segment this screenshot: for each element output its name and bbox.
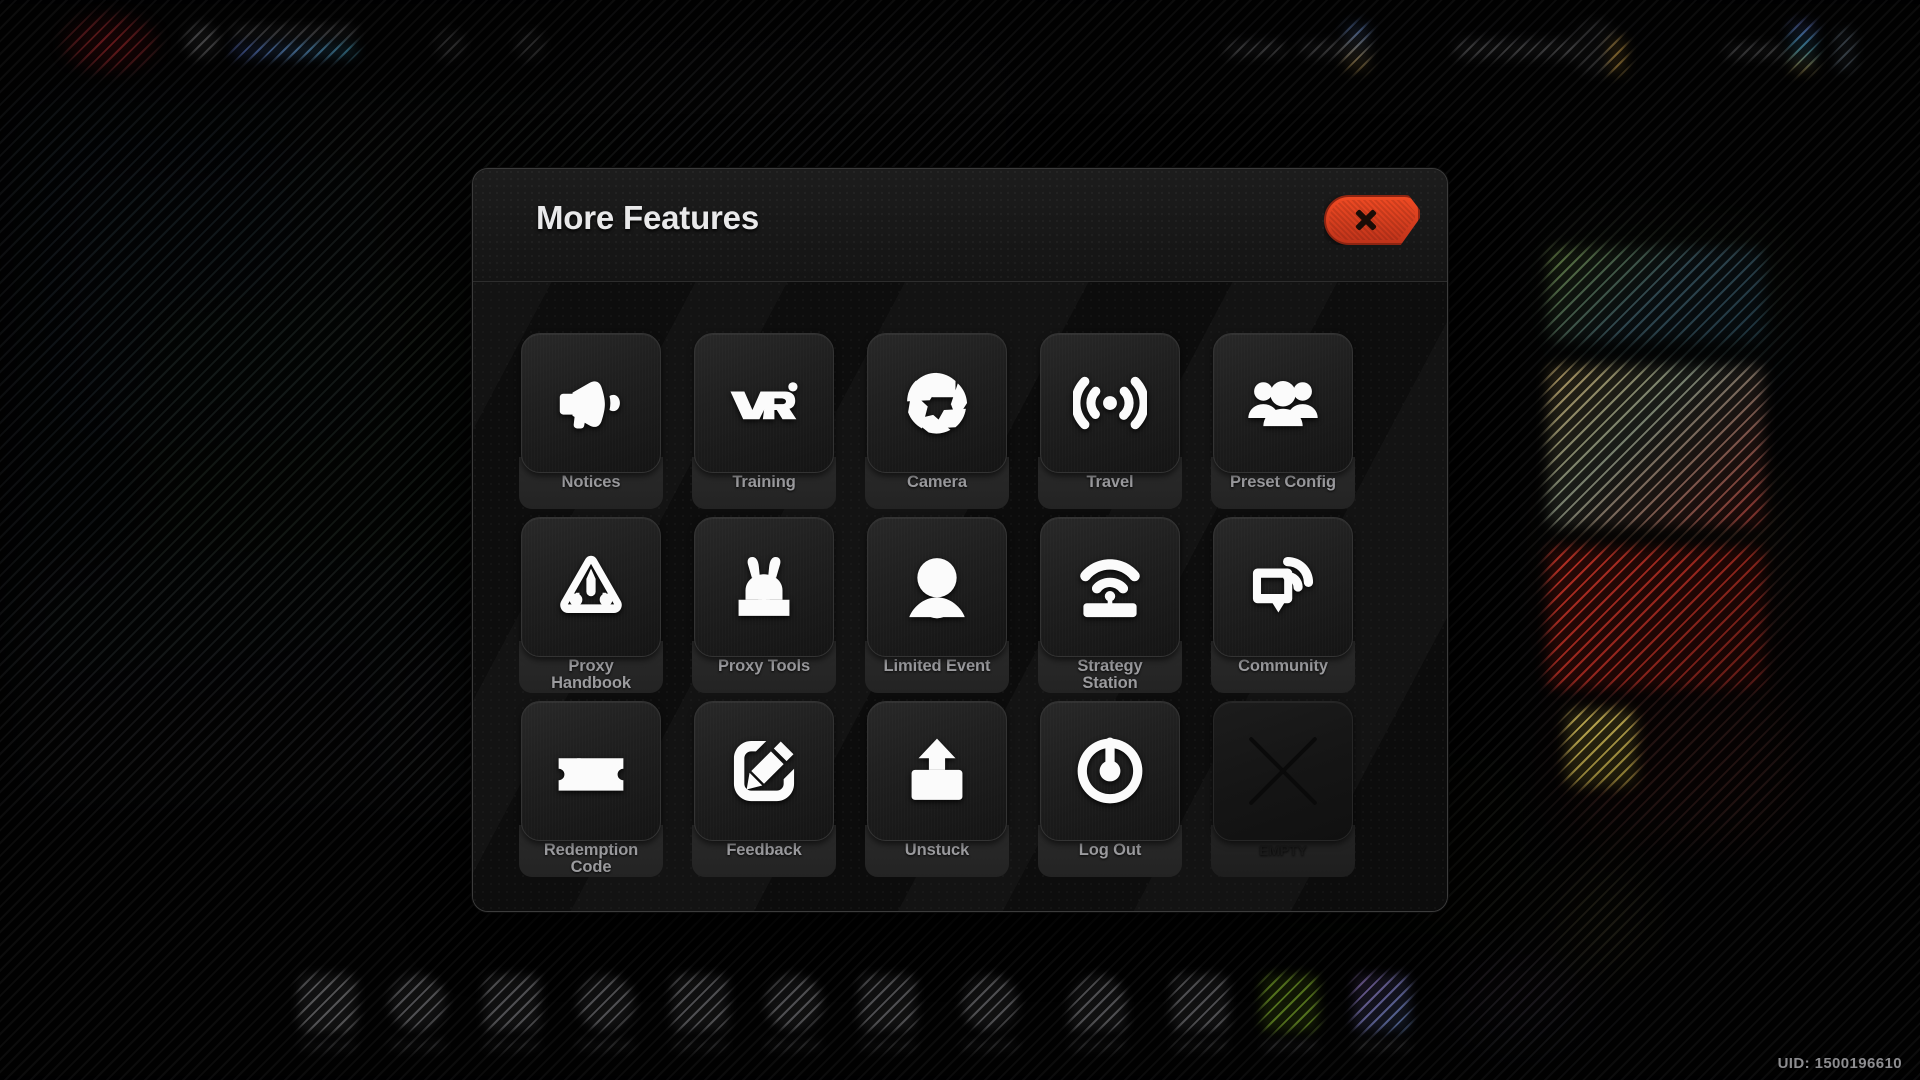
tile-face (867, 701, 1007, 841)
side-banner-card[interactable] (1548, 248, 1764, 340)
tile-face (694, 701, 834, 841)
side-banner-card[interactable] (1548, 548, 1764, 688)
tile-label: Camera (907, 473, 967, 491)
tile-label: Strategy Station (1077, 657, 1143, 692)
tile-face (521, 701, 661, 841)
feature-tile-strategy-station[interactable]: Strategy Station (1038, 517, 1182, 694)
feature-tile-redemption-code[interactable]: Redemption Code (519, 701, 663, 878)
power-icon (1077, 737, 1143, 804)
tile-face (1213, 333, 1353, 473)
feature-tile-proxy-handbook[interactable]: Proxy Handbook (519, 517, 663, 694)
tile-face (521, 517, 661, 657)
nav-item[interactable] (378, 975, 458, 1050)
tile-label: EMPTY (1259, 842, 1307, 858)
tile-label: Community (1238, 657, 1328, 675)
feature-tile-proxy-tools[interactable]: Proxy Tools (692, 517, 836, 694)
tile-label: Preset Config (1230, 473, 1336, 491)
tile-label: Travel (1086, 473, 1134, 491)
nav-item[interactable] (754, 975, 834, 1050)
more-features-modal: More Features Notices Training Camera Tr… (472, 168, 1448, 912)
empty-slot-x-icon (1247, 735, 1319, 807)
edit-pencil-icon (733, 740, 795, 802)
tile-face (867, 517, 1007, 657)
megaphone-icon (559, 381, 620, 429)
tile-face (1040, 333, 1180, 473)
modal-header: More Features (473, 169, 1447, 282)
tile-label: Feedback (726, 841, 802, 859)
pen-nib-triangle-icon (560, 555, 622, 614)
feature-grid: Notices Training Camera Travel Preset Co… (473, 282, 1447, 878)
ticket-sparkle-icon (558, 758, 624, 791)
unlock-eject-icon (911, 738, 963, 800)
close-button[interactable] (1324, 195, 1420, 245)
speech-signal-icon (1252, 556, 1314, 613)
feature-tile-log-out[interactable]: Log Out (1038, 701, 1182, 878)
feature-tile-feedback[interactable]: Feedback (692, 701, 836, 878)
tile-face (1040, 701, 1180, 841)
tile-label: Proxy Tools (717, 657, 811, 675)
feature-tile-preset-config[interactable]: Preset Config (1211, 333, 1355, 510)
nav-item[interactable] (1160, 975, 1240, 1050)
tile-label: Limited Event (883, 657, 991, 675)
feature-tile-camera[interactable]: Camera (865, 333, 1009, 510)
tile-label: Training (732, 473, 796, 491)
broadcast-icon (1073, 376, 1147, 430)
tile-face (521, 333, 661, 473)
tile-label: Unstuck (904, 841, 970, 859)
nav-item[interactable] (848, 975, 928, 1050)
nav-item[interactable] (950, 975, 1030, 1050)
nav-item[interactable] (1250, 975, 1330, 1050)
tile-face (1213, 701, 1353, 841)
feature-tile-community[interactable]: Community (1211, 517, 1355, 694)
uid-label: UID: 1500196610 (1777, 1055, 1902, 1072)
tile-face (694, 517, 834, 657)
tile-label: Proxy Handbook (551, 657, 631, 692)
vr-logo-icon (730, 382, 798, 420)
feature-tile-notices[interactable]: Notices (519, 333, 663, 510)
feature-tile-empty-slot: EMPTY (1211, 701, 1355, 878)
people-group-icon (1248, 381, 1318, 427)
nav-item[interactable] (1058, 975, 1138, 1050)
feature-tile-travel[interactable]: Travel (1038, 333, 1182, 510)
nav-item[interactable] (660, 975, 740, 1050)
tile-face (1040, 517, 1180, 657)
tile-label: Log Out (1078, 841, 1142, 859)
side-banner-card[interactable] (1548, 366, 1764, 526)
feature-tile-limited-event[interactable]: Limited Event (865, 517, 1009, 694)
feature-tile-training[interactable]: Training (692, 333, 836, 510)
nav-item[interactable] (288, 975, 368, 1050)
nav-item[interactable] (1342, 975, 1422, 1050)
bottom-navigation-bar[interactable] (0, 920, 1920, 1080)
tile-face (867, 333, 1007, 473)
bunny-bot-icon (738, 556, 790, 616)
router-wifi-icon (1080, 559, 1140, 618)
tile-label: Notices (561, 473, 621, 491)
close-x-icon (1353, 207, 1379, 233)
modal-body: Notices Training Camera Travel Preset Co… (473, 282, 1447, 911)
game-screen: More Features Notices Training Camera Tr… (0, 0, 1920, 1080)
nav-item[interactable] (472, 975, 552, 1050)
tile-face (694, 333, 834, 473)
side-banner-list (1548, 248, 1764, 828)
aperture-icon (907, 372, 968, 434)
tile-face (1213, 517, 1353, 657)
page-title: More Features (536, 199, 759, 236)
tile-label: Redemption Code (543, 841, 639, 876)
feature-tile-unstuck[interactable]: Unstuck (865, 701, 1009, 878)
nav-item[interactable] (566, 975, 646, 1050)
avatar-person-icon (909, 558, 965, 619)
side-banner-card[interactable] (1566, 710, 1636, 786)
